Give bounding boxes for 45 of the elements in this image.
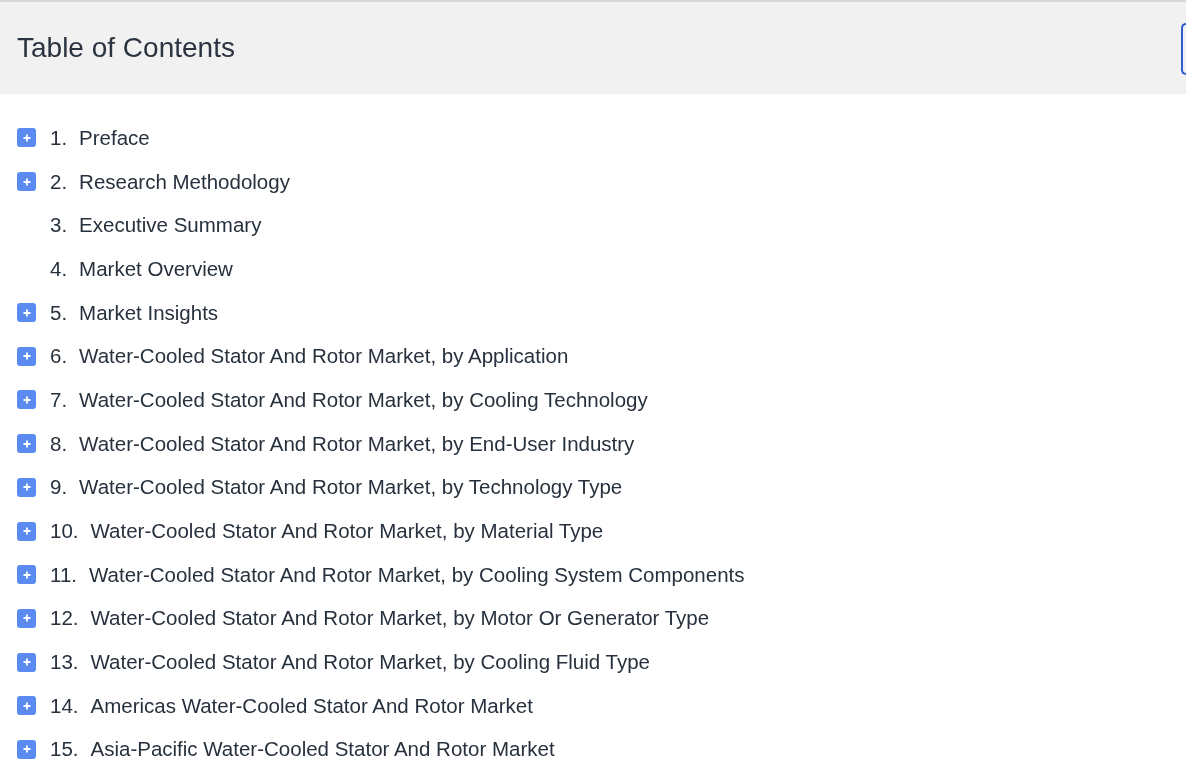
item-number: 14. (50, 693, 79, 718)
toc-item-link[interactable]: Water-Cooled Stator And Rotor Market, by Cooling Fluid Type (90, 650, 650, 675)
item-number: 4. (50, 256, 68, 281)
item-number: 15. (50, 737, 79, 762)
item-number: 8. (50, 431, 68, 456)
toc-item-link[interactable]: Water-Cooled Stator And Rotor Market, by Material Type (90, 519, 604, 544)
item-number: 13. (50, 650, 79, 675)
expand-icon[interactable] (17, 477, 36, 497)
item-number: 2. (50, 169, 68, 194)
expand-icon[interactable] (17, 521, 36, 541)
expand-icon[interactable] (17, 172, 36, 192)
toc-item-link[interactable]: Water-Cooled Stator And Rotor Market, by Technology Type (79, 475, 623, 500)
button-edge[interactable] (1181, 23, 1186, 75)
expand-icon[interactable] (17, 303, 36, 323)
toc-item-link[interactable]: Asia-Pacific Water-Cooled Stator And Rotor Market (90, 737, 555, 762)
item-number: 6. (50, 344, 68, 369)
expand-icon[interactable] (17, 696, 36, 716)
toc-item-link[interactable]: Water-Cooled Stator And Rotor Market, by Cooling Technology (79, 387, 648, 412)
toc-item-link[interactable]: Water-Cooled Stator And Rotor Market, by Cooling System Components (89, 562, 745, 587)
expand-icon[interactable] (17, 652, 36, 672)
expand-icon[interactable] (17, 565, 36, 585)
expand-icon[interactable] (17, 128, 36, 148)
item-number: 11. (50, 562, 77, 587)
item-number: 9. (50, 475, 68, 500)
expand-icon[interactable] (17, 608, 36, 628)
expand-icon[interactable] (17, 739, 36, 759)
toc-item-link[interactable]: Water-Cooled Stator And Rotor Market, by Application (79, 344, 569, 369)
toc-item-link[interactable]: Preface (79, 125, 150, 150)
section-title: Table of Contents (17, 32, 235, 64)
toc-item-link[interactable]: Research Methodology (79, 169, 290, 194)
expand-icon[interactable] (17, 434, 36, 454)
toc-item-link[interactable]: Water-Cooled Stator And Rotor Market, by End-User Industry (79, 431, 635, 456)
toc-item-link[interactable]: Americas Water-Cooled Stator And Rotor Market (90, 693, 533, 718)
item-number: 3. (50, 213, 68, 238)
toc-item-link[interactable]: Market Insights (79, 300, 219, 325)
expand-icon[interactable] (17, 390, 36, 410)
item-number: 10. (50, 519, 79, 544)
item-number: 1. (50, 125, 68, 150)
item-number: 5. (50, 300, 68, 325)
toc-item-link[interactable]: Water-Cooled Stator And Rotor Market, by Motor Or Generator Type (90, 606, 710, 631)
toc-item-link[interactable]: Market Overview (79, 256, 233, 281)
item-number: 12. (50, 606, 79, 631)
item-number: 7. (50, 387, 68, 412)
expand-icon[interactable] (17, 346, 36, 366)
toc-item-link[interactable]: Executive Summary (79, 213, 262, 238)
